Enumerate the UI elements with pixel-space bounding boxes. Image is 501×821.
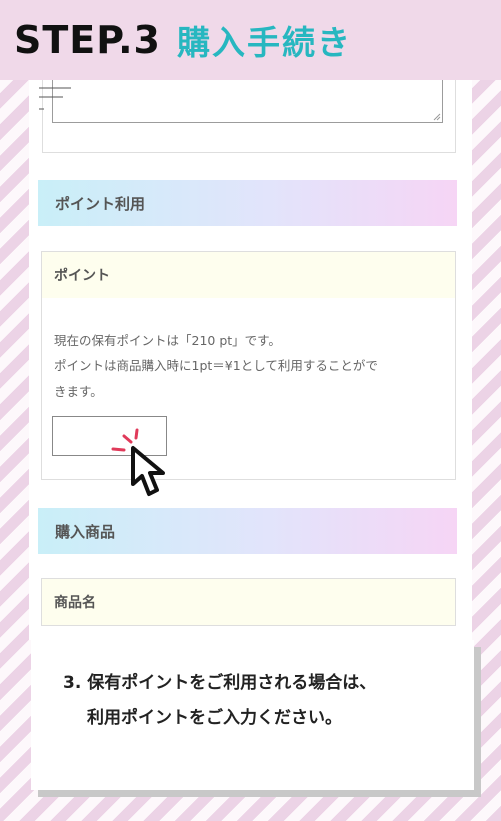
point-rule-text: ポイントは商品購入時に1pt＝¥1として利用することがで [54, 358, 378, 373]
step-title: 購入手続き [177, 23, 352, 62]
point-rule-text-cont: きます。 [54, 384, 103, 399]
instruction-line-1: 3. 保有ポイントをご利用される場合は、 [63, 673, 377, 693]
instruction-callout: 3. 保有ポイントをご利用される場合は、 利用ポイントをご入力ください。 [31, 640, 474, 790]
section-purchase-items: 購入商品 [38, 508, 457, 554]
product-name-label: 商品名 [54, 595, 96, 611]
section-point-usage: ポイント利用 [38, 180, 457, 226]
resize-grip-icon[interactable] [433, 113, 441, 121]
section-purchase-items-title: 購入商品 [55, 522, 116, 541]
point-balance-text: 現在の保有ポイントは「210 pt」です。 [54, 333, 281, 348]
product-name-label-row: 商品名 [41, 578, 456, 626]
section-point-usage-title: ポイント利用 [55, 194, 146, 213]
step-header: STEP.3 購入手続き [0, 0, 501, 80]
step-number: STEP.3 [14, 18, 161, 62]
point-label-row: ポイント [41, 251, 456, 299]
pointer-cursor-icon [111, 428, 165, 496]
point-label: ポイント [54, 268, 110, 284]
instruction-line-2: 利用ポイントをご入力ください。 [87, 708, 342, 728]
notes-textarea[interactable] [52, 80, 443, 123]
text-cursor-icon [39, 87, 71, 110]
